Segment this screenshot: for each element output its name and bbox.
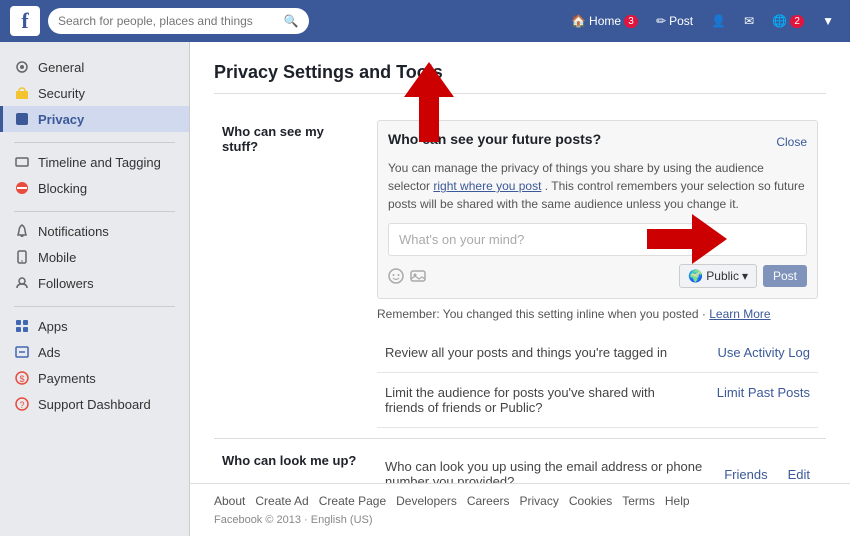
search-bar[interactable]: 🔍 [48,8,309,34]
footer-link-create-ad[interactable]: Create Ad [255,494,308,508]
header-nav: 🏠 Home 3 ✏ Post 👤 ✉ 🌐 2 ▼ [565,10,840,32]
footer-link-create-page[interactable]: Create Page [319,494,386,508]
app-header: f 🔍 🏠 Home 3 ✏ Post 👤 ✉ 🌐 2 ▼ [0,0,850,42]
sidebar-divider-3 [14,306,175,307]
post-button[interactable]: Post [763,265,807,287]
lookup-row-email: Who can look you up using the email addr… [377,449,818,483]
section-lookup-content: Who can look you up using the email addr… [369,439,826,483]
dropdown-icon: ▾ [742,269,748,283]
right-where-link[interactable]: right where you post [433,179,541,193]
sidebar-item-privacy[interactable]: Privacy [0,106,189,132]
future-posts-box: Who can see your future posts? Close You… [377,120,818,299]
footer-link-privacy[interactable]: Privacy [520,494,559,508]
edit-email-lookup[interactable]: Edit [788,467,810,482]
section-see-label: Who can see my stuff? [214,110,369,438]
footer-link-cookies[interactable]: Cookies [569,494,612,508]
timeline-icon [14,154,30,170]
section-see-content: Who can see your future posts? Close You… [369,110,826,438]
section-lookup-label: Who can look me up? [214,439,369,483]
sidebar-item-support[interactable]: ? Support Dashboard [0,391,189,417]
notifications-icon [14,223,30,239]
close-button[interactable]: Close [776,135,807,149]
red-arrow-up [399,62,459,142]
globe-icon: 🌐 [772,14,787,28]
mobile-icon [14,249,30,265]
sidebar-item-apps[interactable]: Apps [0,313,189,339]
composer-icons [388,268,426,284]
friends-icon: 👤 [711,14,726,28]
mock-composer: What's on your mind? [388,223,807,256]
sidebar-item-notifications[interactable]: Notifications [0,218,189,244]
nav-home[interactable]: 🏠 Home 3 [565,10,644,32]
sidebar-divider-2 [14,211,175,212]
chevron-down-icon: ▼ [822,14,834,28]
sidebar-section-notifications: Notifications Mobile Followers [0,218,189,296]
support-icon: ? [14,396,30,412]
nav-friends[interactable]: 👤 [705,10,732,32]
footer-copyright: Facebook © 2013 · English (US) [214,514,826,526]
activity-log-row: Review all your posts and things you're … [377,333,818,373]
nav-dropdown[interactable]: ▼ [816,10,840,32]
nav-post[interactable]: ✏ Post [650,10,699,32]
photo-icon [410,268,426,284]
svg-text:$: $ [19,374,24,384]
activity-log-button[interactable]: Use Activity Log [718,345,811,360]
sidebar-item-blocking[interactable]: Blocking [0,175,189,201]
sidebar: General Security Privacy Timelin [0,42,190,536]
payments-icon: $ [14,370,30,386]
nav-messages[interactable]: ✉ [738,10,760,32]
post-actions: 🌍 Public ▾ Post [679,264,807,288]
edit-icon: ✏ [656,14,666,28]
home-icon: 🏠 [571,14,586,28]
facebook-logo: f [10,6,40,36]
footer-links: About Create Ad Create Page Developers Caree… [214,494,826,508]
search-icon: 🔍 [284,14,299,28]
footer-link-help[interactable]: Help [665,494,690,508]
sidebar-divider-1 [14,142,175,143]
ads-icon [14,344,30,360]
sidebar-item-payments[interactable]: $ Payments [0,365,189,391]
sidebar-section-account: General Security Privacy [0,54,189,132]
sidebar-item-ads[interactable]: Ads [0,339,189,365]
section-see-stuff: Who can see my stuff? Who can see your f… [214,110,826,439]
main-content: Privacy Settings and Tools Who can see m… [190,42,850,483]
footer-link-developers[interactable]: Developers [396,494,457,508]
sidebar-section-apps: Apps Ads $ Payments ? Support Dashboard [0,313,189,417]
footer-link-terms[interactable]: Terms [622,494,655,508]
remember-text: Remember: You changed this setting inlin… [377,307,818,321]
composer-bottom: 🌍 Public ▾ Post [388,264,807,288]
sidebar-section-content: Timeline and Tagging Blocking [0,149,189,201]
security-icon [14,85,30,101]
section-look-up: Who can look me up? Who can look you up … [214,439,826,483]
messages-icon: ✉ [744,14,754,28]
footer-link-careers[interactable]: Careers [467,494,510,508]
limit-past-posts-button[interactable]: Limit Past Posts [717,385,810,400]
footer-link-about[interactable]: About [214,494,245,508]
followers-icon [14,275,30,291]
learn-more-link[interactable]: Learn More [709,307,770,321]
page-title: Privacy Settings and Tools [214,62,826,94]
nav-notifications[interactable]: 🌐 2 [766,10,810,32]
sidebar-item-timeline[interactable]: Timeline and Tagging [0,149,189,175]
page-layout: General Security Privacy Timelin [0,42,850,536]
future-posts-desc: You can manage the privacy of things you… [388,159,807,213]
sidebar-item-general[interactable]: General [0,54,189,80]
sidebar-item-followers[interactable]: Followers [0,270,189,296]
blocking-icon [14,180,30,196]
search-input[interactable] [58,14,278,28]
globe-small-icon: 🌍 [688,269,703,283]
privacy-icon [14,111,30,127]
sidebar-item-security[interactable]: Security [0,80,189,106]
limit-posts-row: Limit the audience for posts you've shar… [377,373,818,428]
apps-icon [14,318,30,334]
svg-text:?: ? [19,400,24,410]
settings-icon [14,59,30,75]
smiley-icon [388,268,404,284]
footer: About Create Ad Create Page Developers Caree… [190,483,850,536]
sidebar-item-mobile[interactable]: Mobile [0,244,189,270]
red-arrow-right [647,209,727,269]
